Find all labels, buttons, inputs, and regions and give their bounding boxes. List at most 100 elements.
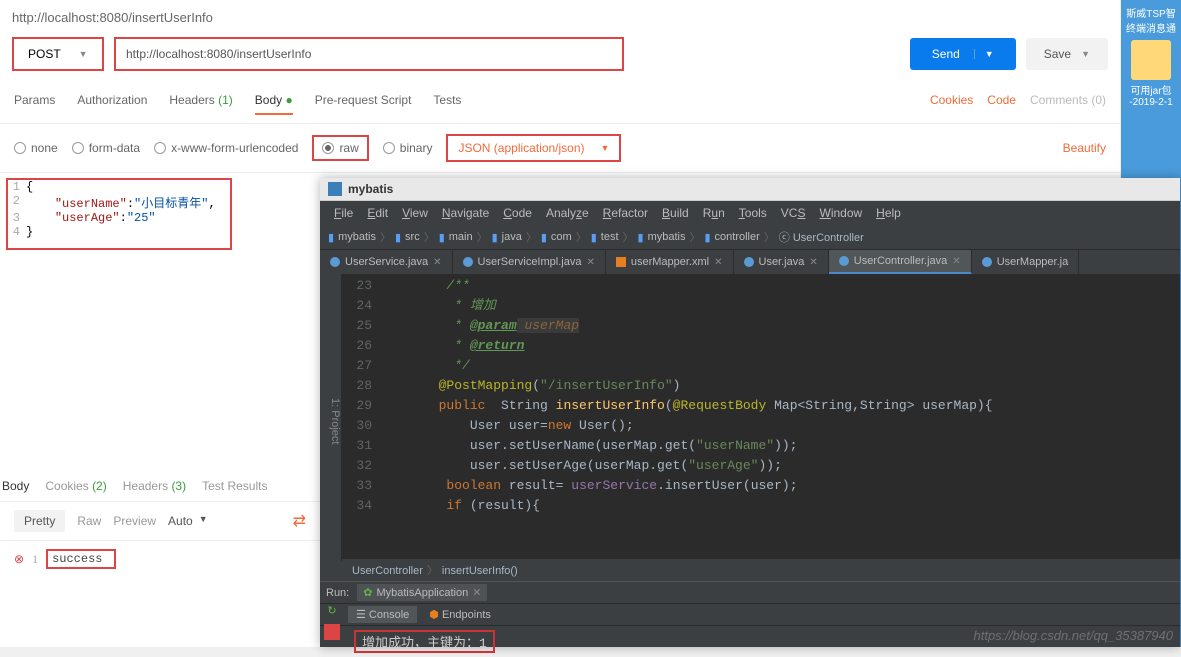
- java-icon: [982, 257, 992, 267]
- chevron-down-icon: ▼: [1081, 49, 1090, 59]
- radio-xwww[interactable]: x-www-form-urlencoded: [154, 141, 298, 155]
- menu-analyze[interactable]: Analyze: [540, 204, 595, 222]
- bc-item[interactable]: controller: [715, 231, 760, 243]
- save-button[interactable]: Save ▼: [1026, 38, 1108, 70]
- view-pretty[interactable]: Pretty: [14, 510, 65, 532]
- nav-method[interactable]: insertUserInfo(): [442, 565, 518, 577]
- response-text: success: [46, 549, 116, 569]
- nav-class[interactable]: UserController: [352, 565, 423, 577]
- bc-item[interactable]: src: [405, 231, 420, 243]
- resp-tab-body[interactable]: Body: [2, 479, 29, 493]
- close-icon[interactable]: ✕: [586, 257, 594, 268]
- close-icon[interactable]: ✕: [472, 586, 481, 599]
- send-button[interactable]: Send ▼: [910, 38, 1016, 70]
- tab-label: Headers: [123, 479, 168, 493]
- tab-label: Endpoints: [442, 609, 491, 621]
- endpoints-tab[interactable]: ⬢ Endpoints: [421, 606, 499, 623]
- close-icon[interactable]: ✕: [433, 257, 441, 268]
- radio-icon: [14, 142, 26, 154]
- radio-label: binary: [400, 141, 433, 155]
- stop-button[interactable]: [324, 624, 340, 640]
- close-icon[interactable]: ✕: [809, 257, 817, 268]
- view-preview[interactable]: Preview: [113, 514, 156, 528]
- wrap-icon[interactable]: ⇄: [293, 511, 306, 531]
- project-icon: [328, 182, 342, 196]
- menu-help[interactable]: Help: [870, 204, 907, 222]
- menu-file[interactable]: File: [328, 204, 359, 222]
- code-editor[interactable]: 23 /** 24 * 增加 25 * @param userMap 26 * …: [342, 274, 1180, 561]
- tab-tests[interactable]: Tests: [433, 93, 461, 115]
- radio-binary[interactable]: binary: [383, 141, 433, 155]
- cookies-link[interactable]: Cookies: [930, 93, 973, 115]
- menu-edit[interactable]: Edit: [361, 204, 394, 222]
- menu-vcs[interactable]: VCS: [775, 204, 812, 222]
- editor-tab[interactable]: userMapper.xml ✕: [606, 250, 734, 274]
- bc-item[interactable]: mybatis: [648, 231, 686, 243]
- output-text: 增加成功，主键为：1: [354, 630, 495, 653]
- desktop-shortcut[interactable]: 斯威TSP智 终端消息通: [1121, 5, 1181, 35]
- bc-item[interactable]: mybatis: [338, 231, 376, 243]
- project-tool-button[interactable]: 1: Project: [320, 274, 342, 561]
- menu-code[interactable]: Code: [497, 204, 538, 222]
- bc-item[interactable]: test: [601, 231, 619, 243]
- url-input[interactable]: http://localhost:8080/insertUserInfo: [114, 37, 624, 71]
- tab-body[interactable]: Body ●: [255, 93, 293, 115]
- tab-label: Cookies: [45, 479, 88, 493]
- editor-tab[interactable]: User.java✕: [734, 250, 829, 274]
- beautify-button[interactable]: Beautify: [1063, 141, 1106, 155]
- comments-link[interactable]: Comments (0): [1030, 93, 1106, 115]
- menu-navigate[interactable]: Navigate: [436, 204, 495, 222]
- view-raw[interactable]: Raw: [77, 514, 101, 528]
- menu-tools[interactable]: Tools: [733, 204, 773, 222]
- radio-raw[interactable]: raw: [312, 135, 368, 161]
- chevron-down-icon: ▼: [79, 49, 88, 59]
- editor-tab[interactable]: UserServiceImpl.java✕: [453, 250, 606, 274]
- menu-build[interactable]: Build: [656, 204, 695, 222]
- radio-icon: [383, 142, 395, 154]
- rerun-button[interactable]: ↻: [324, 604, 340, 620]
- method-select[interactable]: POST ▼: [12, 37, 104, 71]
- menu-view[interactable]: View: [396, 204, 434, 222]
- close-icon[interactable]: ✕: [952, 256, 960, 267]
- tab-prerequest[interactable]: Pre-request Script: [315, 93, 412, 115]
- content-type-select[interactable]: JSON (application/json)▼: [446, 134, 621, 162]
- resp-tab-cookies[interactable]: Cookies (2): [45, 479, 106, 493]
- request-body-editor[interactable]: 1{ 2 "userName":"小目标青年", 3 "userAge":"25…: [6, 178, 232, 250]
- run-config-name: MybatisApplication: [376, 587, 468, 599]
- java-icon: [330, 257, 340, 267]
- code-text: }: [26, 225, 33, 239]
- resp-tab-headers[interactable]: Headers (3): [123, 479, 186, 493]
- tab-headers[interactable]: Headers (1): [169, 93, 232, 115]
- tab-authorization[interactable]: Authorization: [77, 93, 147, 115]
- menu-window[interactable]: Window: [813, 204, 868, 222]
- modified-dot-icon: ●: [285, 93, 292, 107]
- radio-formdata[interactable]: form-data: [72, 141, 140, 155]
- lang-select[interactable]: Auto▼: [168, 514, 208, 528]
- menu-refactor[interactable]: Refactor: [597, 204, 654, 222]
- bc-item[interactable]: com: [551, 231, 572, 243]
- desktop-shortcut[interactable]: 可用jar包 -2019-2-1: [1121, 40, 1181, 108]
- shortcut-label: 可用jar包: [1121, 82, 1181, 97]
- shortcut-label: -2019-2-1: [1121, 97, 1181, 108]
- close-icon[interactable]: ✕: [714, 257, 722, 268]
- java-icon: [744, 257, 754, 267]
- resp-tab-tests[interactable]: Test Results: [202, 479, 267, 493]
- bc-item[interactable]: main: [449, 231, 473, 243]
- structure-breadcrumb[interactable]: UserController〉insertUserInfo(): [342, 558, 1180, 581]
- line-number: 3: [8, 211, 26, 225]
- code-link[interactable]: Code: [987, 93, 1016, 115]
- editor-tab[interactable]: UserService.java✕: [320, 250, 453, 274]
- tab-label: userMapper.xml: [631, 256, 709, 268]
- java-icon: [839, 256, 849, 266]
- menu-run[interactable]: Run: [697, 204, 731, 222]
- line-number: 1: [8, 180, 26, 194]
- bc-item[interactable]: java: [502, 231, 522, 243]
- tab-params[interactable]: Params: [14, 93, 55, 115]
- bc-item[interactable]: UserController: [793, 232, 864, 244]
- console-tab[interactable]: ☰ Console: [348, 606, 417, 623]
- radio-none[interactable]: none: [14, 141, 58, 155]
- editor-tab[interactable]: UserMapper.ja: [972, 250, 1080, 274]
- run-config[interactable]: ✿MybatisApplication✕: [357, 584, 487, 601]
- breadcrumb[interactable]: ▮mybatis〉 ▮src〉 ▮main〉 ▮java〉 ▮com〉 ▮tes…: [320, 225, 1180, 250]
- editor-tab-active[interactable]: UserController.java✕: [829, 250, 972, 274]
